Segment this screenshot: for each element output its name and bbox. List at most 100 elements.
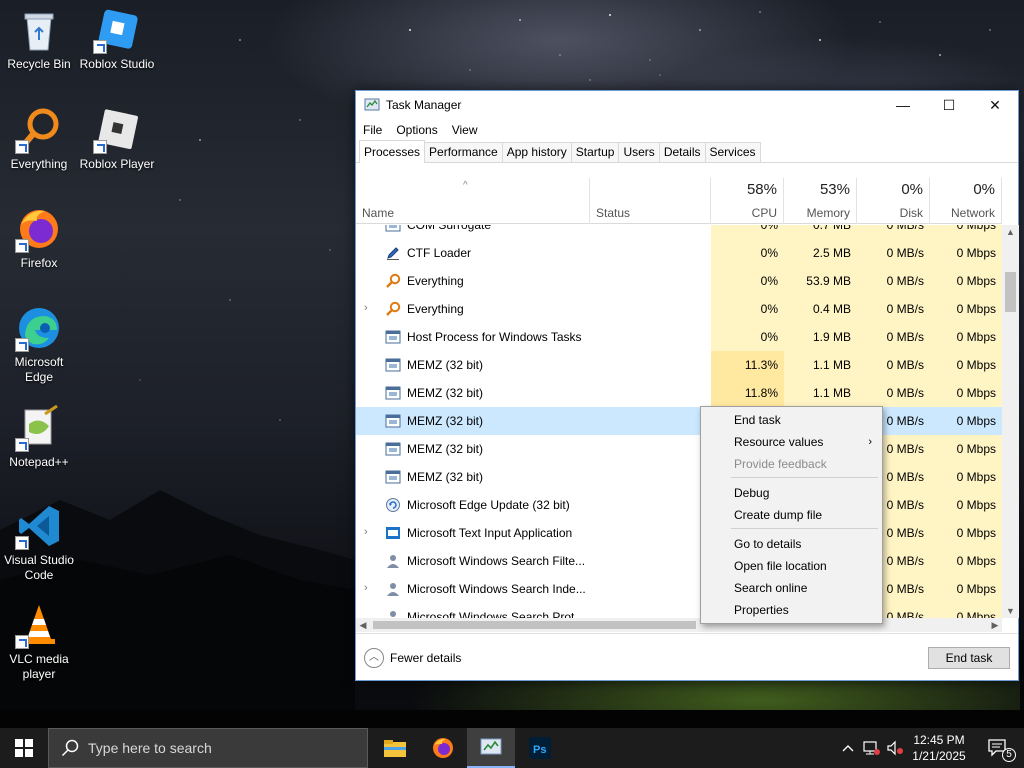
taskbar-search-box[interactable]: Type here to search [48, 728, 368, 768]
scroll-up-icon[interactable]: ▲ [1002, 225, 1019, 239]
taskbar-firefox[interactable] [419, 728, 467, 768]
desktop-icon-roblox-player[interactable]: Roblox Player [78, 106, 156, 172]
tab-processes[interactable]: Processes [359, 140, 426, 163]
process-row[interactable]: › Microsoft Text Input Application 0 MB/s 0… [356, 519, 1002, 547]
process-row[interactable]: MEMZ (32 bit) 0 MB/s 0 Mbps [356, 435, 1002, 463]
menu-item-debug[interactable]: Debug [701, 482, 882, 504]
column-cpu[interactable]: 58% CPU [711, 178, 784, 224]
horizontal-scrollbar[interactable]: ◀ ▶ [356, 618, 1002, 632]
tab-details[interactable]: Details [658, 142, 706, 162]
column-network[interactable]: 0% Network [930, 178, 1002, 224]
process-row[interactable]: › Microsoft Windows Search Inde... 0 MB/s 0… [356, 575, 1002, 603]
vertical-scroll-thumb[interactable] [1005, 272, 1016, 312]
scroll-down-icon[interactable]: ▼ [1002, 604, 1019, 618]
vertical-scrollbar[interactable]: ▲ ▼ [1002, 225, 1019, 618]
column-memory[interactable]: 53% Memory [784, 178, 857, 224]
process-disk-cell: 0 MB/s [857, 379, 930, 407]
menu-item-properties[interactable]: Properties [701, 599, 882, 621]
taskbar-file-explorer[interactable] [371, 728, 419, 768]
close-button[interactable]: ✕ [972, 91, 1018, 119]
tab-services[interactable]: Services [704, 142, 761, 162]
tab-users[interactable]: Users [618, 142, 660, 162]
fewer-details-link[interactable]: ︿ Fewer details [364, 648, 461, 668]
taskbar-photoshop[interactable]: Ps [516, 728, 564, 768]
scroll-left-icon[interactable]: ◀ [356, 618, 370, 632]
desktop-icon-firefox[interactable]: Firefox [0, 205, 78, 271]
expand-chevron-icon[interactable]: › [364, 526, 374, 538]
horizontal-scroll-thumb[interactable] [373, 621, 696, 629]
process-row[interactable]: Microsoft Windows Search Filte... 0 MB/s 0… [356, 547, 1002, 575]
process-row[interactable]: Everything 0% 53.9 MB 0 MB/s 0 Mbps [356, 267, 1002, 295]
process-network-cell: 0 Mbps [930, 267, 1002, 295]
window-icon [385, 357, 401, 373]
clock[interactable]: 12:45 PM 1/21/2025 [906, 732, 972, 764]
process-row[interactable]: MEMZ (32 bit) 0 MB/s 0 Mbps [356, 407, 1002, 435]
desktop-icon-visual-studio-code[interactable]: Visual Studio Code [0, 502, 78, 583]
process-row[interactable]: MEMZ (32 bit) 0 MB/s 0 Mbps [356, 463, 1002, 491]
window-icon [385, 385, 401, 401]
desktop-icon-vlc[interactable]: VLC media player [0, 601, 78, 682]
process-name: MEMZ (32 bit) [407, 414, 484, 428]
magnifier-icon [385, 301, 401, 317]
start-button[interactable] [0, 728, 48, 768]
tab-performance[interactable]: Performance [424, 142, 503, 162]
maximize-icon: ☐ [942, 96, 956, 113]
process-memory-cell: 0.7 MB [784, 225, 857, 239]
process-name: Microsoft Edge Update (32 bit) [407, 498, 570, 512]
process-row[interactable]: COM Surrogate 0% 0.7 MB 0 MB/s 0 Mbps [356, 225, 1002, 239]
process-network-cell: 0 Mbps [930, 435, 1002, 463]
menu-options[interactable]: Options [396, 123, 437, 137]
menu-item-go-to-details[interactable]: Go to details [701, 533, 882, 555]
maximize-button[interactable]: ☐ [926, 91, 972, 119]
desktop-icon-roblox-studio[interactable]: Roblox Studio [78, 6, 156, 72]
minimize-icon: — [896, 97, 910, 113]
shortcut-arrow-icon [15, 438, 29, 452]
volume-button[interactable] [884, 728, 906, 768]
show-hidden-icons-button[interactable] [838, 728, 858, 768]
process-row[interactable]: MEMZ (32 bit) 11.3% 1.1 MB 0 MB/s 0 Mbps [356, 351, 1002, 379]
end-task-button[interactable]: End task [928, 647, 1010, 669]
tab-app-history[interactable]: App history [501, 142, 572, 162]
notifications-button[interactable]: 5 [978, 728, 1018, 768]
menu-file[interactable]: File [363, 123, 382, 137]
menu-item-search-online[interactable]: Search online [701, 577, 882, 599]
chevron-up-icon: ︿ [364, 648, 384, 668]
column-disk[interactable]: 0% Disk [857, 178, 930, 224]
process-network-cell: 0 Mbps [930, 519, 1002, 547]
tab-startup[interactable]: Startup [570, 142, 620, 162]
menu-item-create-dump-file[interactable]: Create dump file [701, 504, 882, 526]
process-row[interactable]: Host Process for Windows Tasks 0% 1.9 MB 0 … [356, 323, 1002, 351]
menu-item-open-file-location[interactable]: Open file location [701, 555, 882, 577]
window-icon [385, 225, 401, 233]
menu-view[interactable]: View [452, 123, 478, 137]
scroll-right-icon[interactable]: ▶ [988, 618, 1002, 632]
process-row[interactable]: CTF Loader 0% 2.5 MB 0 MB/s 0 Mbps [356, 239, 1002, 267]
desktop-icon-recycle-bin[interactable]: Recycle Bin [0, 6, 78, 72]
menu-item-resource-values[interactable]: Resource values › [701, 431, 882, 453]
process-cpu-cell: 0% [711, 225, 784, 239]
taskbar-task-manager[interactable] [467, 728, 515, 768]
notification-count-badge: 5 [1002, 748, 1016, 762]
title-bar[interactable]: Task Manager — ☐ ✕ [356, 91, 1018, 119]
column-name[interactable]: ^ Name [356, 178, 590, 224]
process-row[interactable]: Microsoft Edge Update (32 bit) 0 MB/s 0 Mb… [356, 491, 1002, 519]
shortcut-arrow-icon [15, 635, 29, 649]
expand-chevron-icon[interactable]: › [364, 582, 374, 594]
menu-item-end-task[interactable]: End task [701, 409, 882, 431]
process-row[interactable]: Microsoft Windows Search Prot... 0 MB/s 0 … [356, 603, 1002, 618]
desktop-icon-notepad-plus-plus[interactable]: Notepad++ [0, 404, 78, 470]
desktop-icon-microsoft-edge[interactable]: Microsoft Edge [0, 304, 78, 385]
expand-chevron-icon[interactable]: › [364, 302, 374, 314]
process-row[interactable]: › Everything 0% 0.4 MB 0 MB/s 0 Mbps [356, 295, 1002, 323]
column-status[interactable]: Status [590, 178, 711, 224]
photoshop-icon: Ps [529, 737, 551, 759]
minimize-button[interactable]: — [880, 91, 926, 119]
window-icon [385, 441, 401, 457]
vlc-cone-icon [15, 601, 63, 649]
clock-time: 12:45 PM [913, 733, 965, 747]
process-row[interactable]: MEMZ (32 bit) 11.8% 1.1 MB 0 MB/s 0 Mbps [356, 379, 1002, 407]
process-disk-cell: 0 MB/s [857, 295, 930, 323]
process-network-cell: 0 Mbps [930, 379, 1002, 407]
network-status-button[interactable] [860, 728, 882, 768]
desktop-icon-everything[interactable]: Everything [0, 106, 78, 172]
